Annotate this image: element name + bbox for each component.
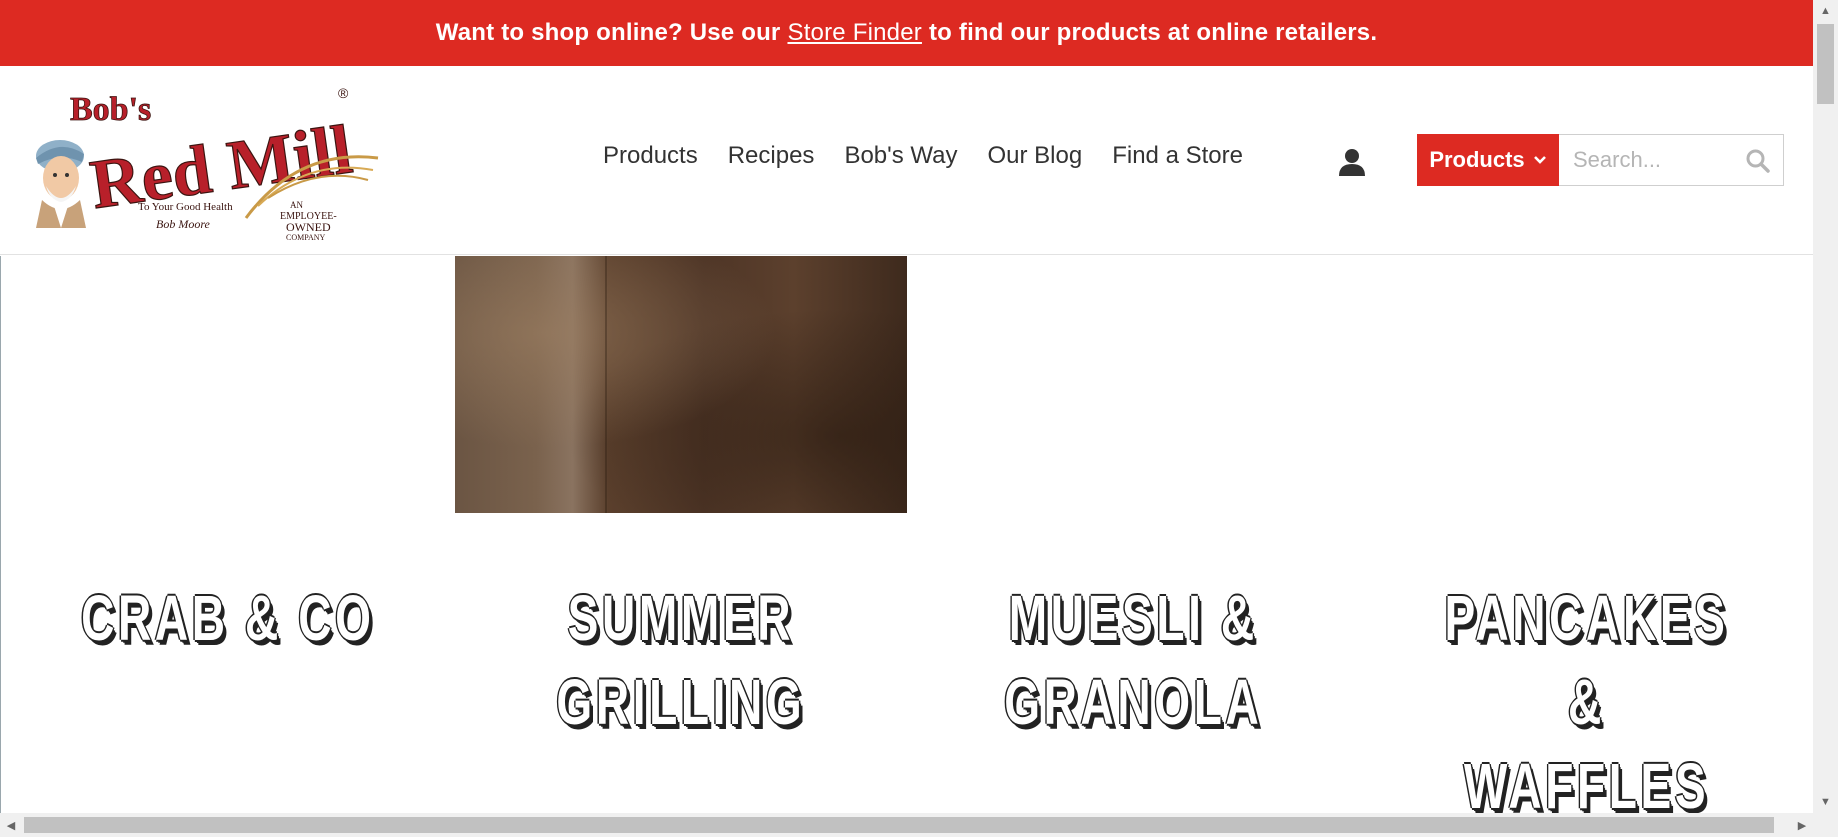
logo-badge-line-1: AN [290, 200, 303, 210]
site-header: Bob's Red Mill ® To Your Good Health Bob… [0, 66, 1813, 255]
logo-signature: Bob Moore [156, 217, 211, 231]
store-finder-link[interactable]: Store Finder [787, 19, 921, 47]
main-nav: Products Recipes Bob's Way Our Blog Find… [603, 142, 1243, 170]
user-icon[interactable] [1336, 146, 1368, 178]
main-content: CRAB & CO SUMMER GRILLING MUESLI & GRANO… [0, 256, 1813, 813]
scroll-left-arrow-icon[interactable]: ◀ [0, 813, 22, 837]
logo-registered-mark: ® [338, 85, 349, 101]
category-title: CRAB & CO [80, 582, 375, 654]
logo-badge-line-4: COMPANY [286, 233, 325, 242]
search-category-dropdown[interactable]: Products [1417, 134, 1559, 186]
horizontal-scrollbar[interactable]: ◀ ▶ [0, 813, 1813, 837]
category-title: SUMMER GRILLING [556, 582, 805, 738]
nav-our-blog[interactable]: Our Blog [988, 142, 1083, 170]
nav-find-a-store[interactable]: Find a Store [1112, 142, 1243, 170]
bobs-red-mill-logo[interactable]: Bob's Red Mill ® To Your Good Health Bob… [28, 78, 380, 243]
nav-products[interactable]: Products [603, 142, 698, 170]
category-title: MUESLI & GRANOLA [1004, 582, 1263, 738]
search-icon[interactable] [1745, 148, 1771, 174]
nav-recipes[interactable]: Recipes [728, 142, 815, 170]
promo-banner: Want to shop online? Use our Store Finde… [0, 0, 1813, 66]
search-category-label: Products [1429, 147, 1525, 172]
category-title: PANCAKES & WAFFLES [1444, 582, 1729, 813]
wood-background-image[interactable] [455, 256, 907, 513]
logo-bobs-text: Bob's [70, 91, 151, 128]
category-list: CRAB & CO SUMMER GRILLING MUESLI & GRANO… [1, 576, 1813, 813]
search-group: Products [1417, 134, 1784, 186]
category-crab-and-co[interactable]: CRAB & CO [1, 576, 454, 813]
scroll-down-arrow-icon[interactable]: ▼ [1813, 791, 1838, 813]
category-muesli-and-granola[interactable]: MUESLI & GRANOLA [907, 576, 1360, 813]
chevron-down-icon [1533, 156, 1546, 164]
category-summer-grilling[interactable]: SUMMER GRILLING [454, 576, 907, 813]
promo-text-after: to find our products at online retailers… [928, 19, 1378, 46]
logo-tagline: To Your Good Health [138, 201, 233, 213]
search-box [1559, 134, 1784, 186]
horizontal-scroll-thumb[interactable] [24, 817, 1774, 833]
vertical-scroll-thumb[interactable] [1817, 24, 1834, 104]
promo-text-before: Want to shop online? Use our [435, 19, 781, 46]
scrollbar-corner [1813, 813, 1838, 837]
scroll-up-arrow-icon[interactable]: ▲ [1813, 0, 1838, 22]
bob-portrait [36, 140, 86, 228]
scroll-right-arrow-icon[interactable]: ▶ [1791, 813, 1813, 837]
logo-graphic: Bob's Red Mill ® To Your Good Health Bob… [36, 85, 379, 242]
browser-viewport: Want to shop online? Use our Store Finde… [0, 0, 1813, 813]
nav-bobs-way[interactable]: Bob's Way [844, 142, 957, 170]
logo-badge-line-3: OWNED [286, 220, 331, 234]
category-pancakes-and-waffles[interactable]: PANCAKES & WAFFLES [1360, 576, 1813, 813]
vertical-scrollbar[interactable]: ▲ ▼ [1813, 0, 1838, 813]
